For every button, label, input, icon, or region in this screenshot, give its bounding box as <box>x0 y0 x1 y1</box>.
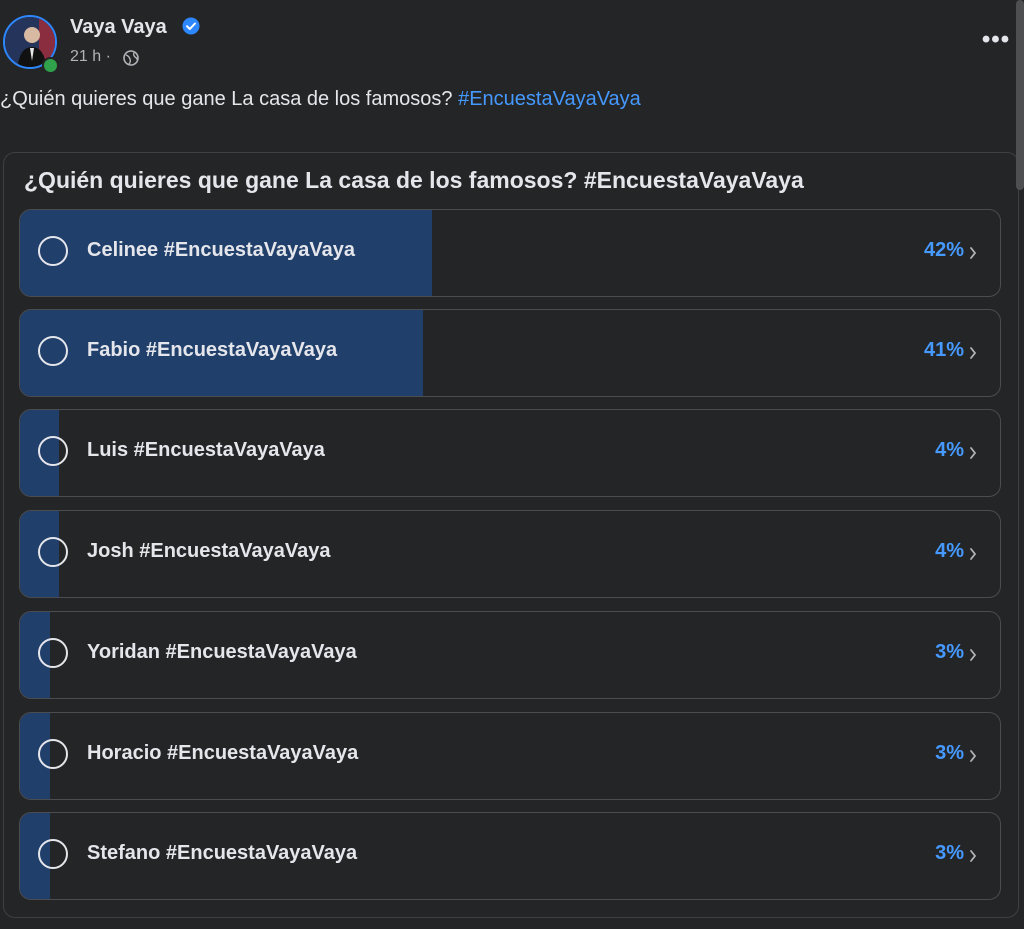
post-text: ¿Quién quieres que gane La casa de los f… <box>0 88 641 111</box>
radio-button[interactable] <box>38 236 68 266</box>
radio-button[interactable] <box>38 839 68 869</box>
poll-option[interactable]: Stefano #EncuestaVayaVaya 3% <box>19 812 1001 900</box>
poll-option-label: Celinee #EncuestaVayaVaya <box>87 239 355 261</box>
poll-option-percent[interactable]: 4% <box>935 439 964 462</box>
radio-button[interactable] <box>38 336 68 366</box>
poll-option[interactable]: Fabio #EncuestaVayaVaya 41% <box>19 309 1001 397</box>
poll-option-percent[interactable]: 3% <box>935 641 964 664</box>
chevron-right-icon[interactable] <box>968 445 978 461</box>
poll-option-label: Stefano #EncuestaVayaVaya <box>87 842 358 864</box>
poll-option-percent[interactable]: 3% <box>935 742 964 765</box>
online-status-dot <box>42 57 59 74</box>
page-name[interactable]: Vaya Vaya <box>70 16 167 39</box>
poll-option-label: Josh #EncuestaVayaVaya <box>87 540 331 562</box>
poll-option-label: Luis #EncuestaVayaVaya <box>87 439 325 461</box>
poll-option-label: Fabio #EncuestaVayaVaya <box>87 339 338 361</box>
poll-option[interactable]: Yoridan #EncuestaVayaVaya 3% <box>19 611 1001 699</box>
poll-option-label: Yoridan #EncuestaVayaVaya <box>87 641 357 663</box>
scrollbar[interactable] <box>1016 0 1024 190</box>
poll-option[interactable]: Horacio #EncuestaVayaVaya 3% <box>19 712 1001 800</box>
verified-badge-icon <box>182 17 200 35</box>
poll-option-percent[interactable]: 4% <box>935 540 964 563</box>
poll-option-percent[interactable]: 3% <box>935 842 964 865</box>
globe-icon <box>123 50 139 66</box>
chevron-right-icon[interactable] <box>968 647 978 663</box>
chevron-right-icon[interactable] <box>968 748 978 764</box>
radio-button[interactable] <box>38 638 68 668</box>
more-options-icon[interactable]: ••• <box>976 28 1016 54</box>
poll-option-percent[interactable]: 42% <box>924 239 964 262</box>
post-timestamp[interactable]: 21 h · <box>70 48 111 66</box>
post-text-main: ¿Quién quieres que gane La casa de los f… <box>0 88 459 110</box>
radio-button[interactable] <box>38 537 68 567</box>
poll-option[interactable]: Luis #EncuestaVayaVaya 4% <box>19 409 1001 497</box>
poll-option[interactable]: Celinee #EncuestaVayaVaya 42% <box>19 209 1001 297</box>
chevron-right-icon[interactable] <box>968 546 978 562</box>
poll-option-percent[interactable]: 41% <box>924 339 964 362</box>
post-header: Vaya Vaya 21 h · ••• <box>0 12 1024 74</box>
poll-title: ¿Quién quieres que gane La casa de los f… <box>24 167 804 193</box>
chevron-right-icon[interactable] <box>968 345 978 361</box>
chevron-right-icon[interactable] <box>968 848 978 864</box>
post-hashtag-link[interactable]: #EncuestaVayaVaya <box>458 88 641 110</box>
radio-button[interactable] <box>38 436 68 466</box>
radio-button[interactable] <box>38 739 68 769</box>
poll-option[interactable]: Josh #EncuestaVayaVaya 4% <box>19 510 1001 598</box>
poll-option-label: Horacio #EncuestaVayaVaya <box>87 742 359 764</box>
chevron-right-icon[interactable] <box>968 245 978 261</box>
